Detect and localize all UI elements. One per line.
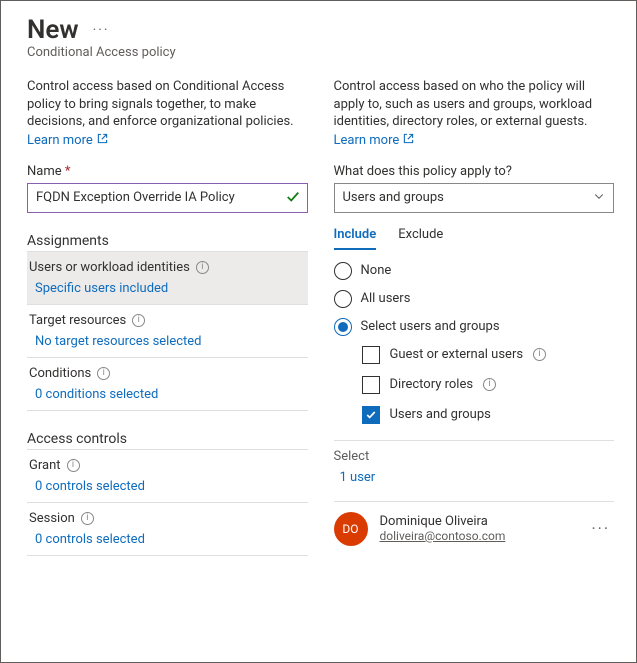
session-row-sub[interactable]: 0 controls selected bbox=[29, 532, 306, 547]
info-icon[interactable]: i bbox=[97, 367, 110, 380]
checkbox-guest-label: Guest or external users bbox=[390, 347, 524, 362]
external-link-icon bbox=[97, 133, 108, 148]
apply-to-value: Users and groups bbox=[343, 190, 444, 205]
user-name: Dominique Oliveira bbox=[380, 514, 576, 529]
header-more-icon[interactable]: ··· bbox=[93, 22, 110, 38]
radio-all-label: All users bbox=[361, 291, 411, 306]
radio-button-icon bbox=[334, 318, 352, 336]
checkmark-icon bbox=[286, 190, 300, 208]
info-icon[interactable]: i bbox=[67, 459, 80, 472]
required-asterisk: * bbox=[65, 164, 71, 179]
apply-to-dropdown[interactable]: Users and groups bbox=[334, 183, 615, 213]
checkbox-directory-roles[interactable]: Directory roles i bbox=[362, 376, 615, 394]
policy-blade: New ··· Conditional Access policy Contro… bbox=[0, 0, 637, 663]
radio-select-users[interactable]: Select users and groups bbox=[334, 318, 615, 336]
external-link-icon bbox=[403, 133, 414, 148]
info-icon[interactable]: i bbox=[533, 348, 546, 361]
checkbox-guest-users[interactable]: Guest or external users i bbox=[362, 346, 615, 364]
session-row[interactable]: Session i 0 controls selected bbox=[27, 503, 308, 556]
user-more-icon[interactable]: ··· bbox=[587, 519, 614, 538]
radio-none-label: None bbox=[361, 263, 392, 278]
info-icon[interactable]: i bbox=[132, 314, 145, 327]
users-row[interactable]: Users or workload identities i Specific … bbox=[27, 251, 308, 305]
learn-more-link-right[interactable]: Learn more bbox=[334, 133, 415, 148]
tab-exclude[interactable]: Exclude bbox=[398, 227, 443, 250]
grant-row[interactable]: Grant i 0 controls selected bbox=[27, 449, 308, 503]
radio-all-users[interactable]: All users bbox=[334, 290, 615, 308]
info-icon[interactable]: i bbox=[81, 512, 94, 525]
user-email-link[interactable]: doliveira@contoso.com bbox=[380, 529, 576, 543]
radio-button-icon bbox=[334, 262, 352, 280]
checkbox-users-groups[interactable]: Users and groups bbox=[362, 406, 615, 424]
select-users-checkbox-group: Guest or external users i Directory role… bbox=[362, 346, 615, 424]
checkbox-ug-label: Users and groups bbox=[390, 407, 491, 422]
info-icon[interactable]: i bbox=[483, 378, 496, 391]
conditions-row[interactable]: Conditions i 0 conditions selected bbox=[27, 358, 308, 411]
target-row[interactable]: Target resources i No target resources s… bbox=[27, 305, 308, 358]
learn-more-label: Learn more bbox=[27, 133, 93, 148]
name-input[interactable] bbox=[27, 183, 308, 213]
grant-row-title: Grant bbox=[29, 458, 61, 473]
right-description: Control access based on who the policy w… bbox=[334, 78, 615, 131]
apply-to-label: What does this policy apply to? bbox=[334, 164, 615, 179]
include-exclude-tabs: Include Exclude bbox=[334, 227, 615, 250]
checkbox-icon bbox=[362, 346, 380, 364]
radio-button-icon bbox=[334, 290, 352, 308]
checkbox-icon bbox=[362, 406, 380, 424]
grant-row-sub[interactable]: 0 controls selected bbox=[29, 479, 306, 494]
users-row-sub[interactable]: Specific users included bbox=[29, 281, 306, 296]
right-column: Control access based on who the policy w… bbox=[334, 78, 615, 556]
learn-more-label: Learn more bbox=[334, 133, 400, 148]
chevron-down-icon bbox=[593, 190, 605, 206]
session-row-title: Session bbox=[29, 511, 75, 526]
radio-none[interactable]: None bbox=[334, 262, 615, 280]
avatar: DO bbox=[334, 512, 368, 546]
name-label-text: Name bbox=[27, 164, 62, 179]
selected-user-row: DO Dominique Oliveira doliveira@contoso.… bbox=[334, 501, 615, 546]
tab-include[interactable]: Include bbox=[334, 227, 377, 250]
checkbox-icon bbox=[362, 376, 380, 394]
left-description: Control access based on Conditional Acce… bbox=[27, 78, 308, 131]
conditions-row-title: Conditions bbox=[29, 366, 91, 381]
name-label: Name * bbox=[27, 164, 308, 179]
left-column: Control access based on Conditional Acce… bbox=[27, 78, 308, 556]
target-row-title: Target resources bbox=[29, 313, 126, 328]
include-radio-group: None All users Select users and groups bbox=[334, 262, 615, 336]
learn-more-link-left[interactable]: Learn more bbox=[27, 133, 108, 148]
access-controls-heading: Access controls bbox=[27, 431, 308, 447]
conditions-row-sub[interactable]: 0 conditions selected bbox=[29, 387, 306, 402]
select-heading: Select bbox=[334, 449, 615, 464]
page-subtitle: Conditional Access policy bbox=[27, 45, 614, 60]
page-title: New bbox=[27, 15, 79, 45]
select-users-link[interactable]: 1 user bbox=[334, 470, 615, 485]
assignments-heading: Assignments bbox=[27, 233, 308, 249]
radio-select-label: Select users and groups bbox=[361, 319, 500, 334]
checkbox-roles-label: Directory roles bbox=[390, 377, 474, 392]
users-row-title: Users or workload identities bbox=[29, 260, 190, 275]
header: New ··· bbox=[27, 15, 614, 45]
target-row-sub[interactable]: No target resources selected bbox=[29, 334, 306, 349]
info-icon[interactable]: i bbox=[196, 261, 209, 274]
divider bbox=[334, 440, 615, 441]
